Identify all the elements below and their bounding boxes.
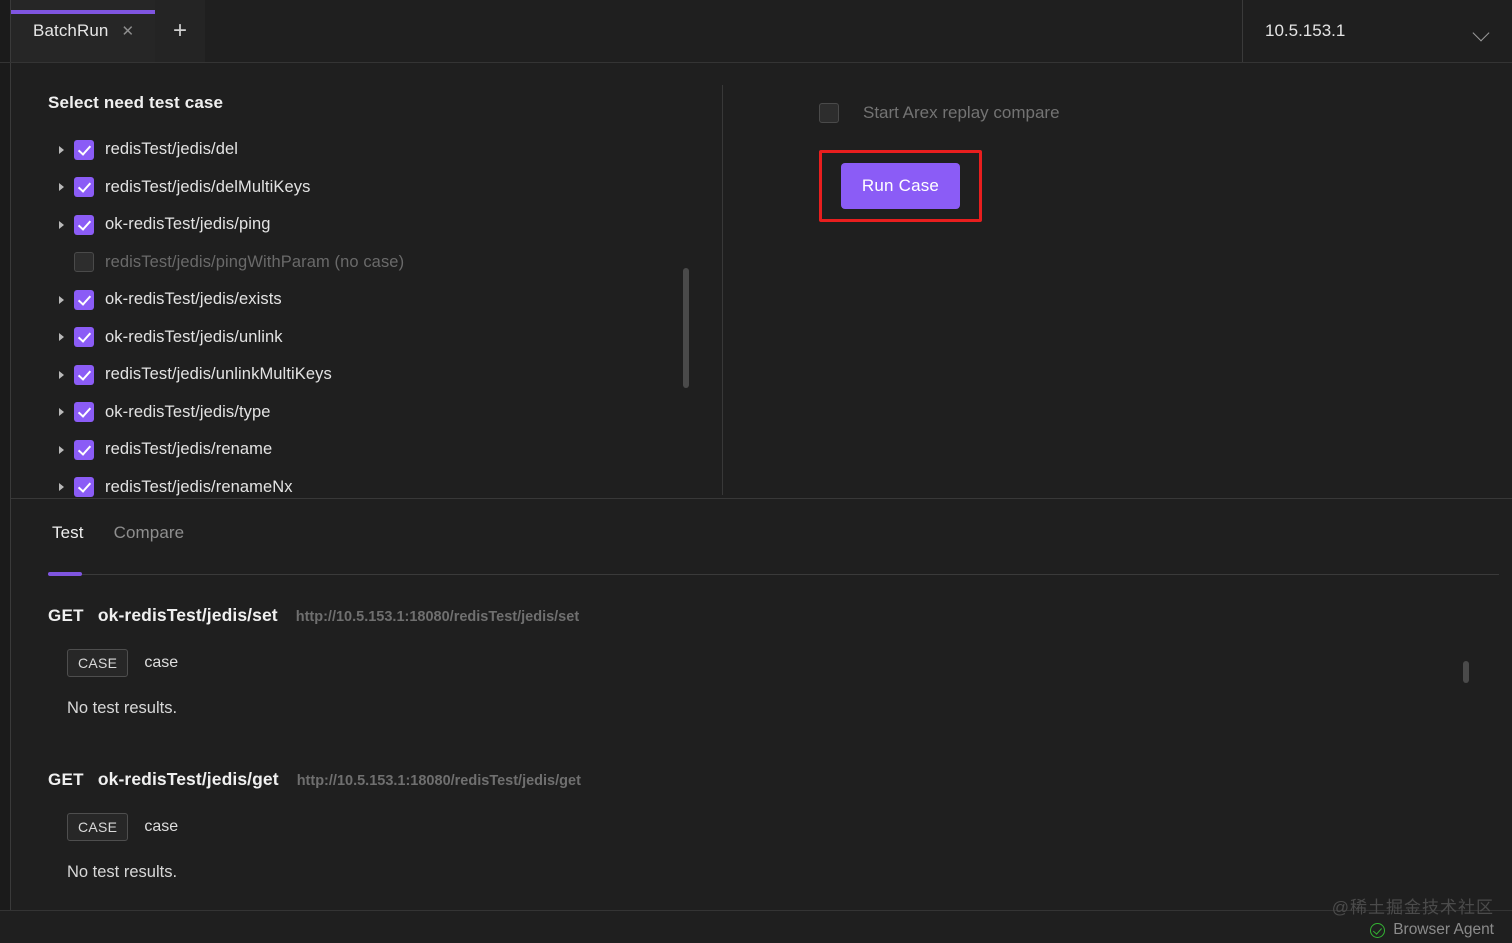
run-panel: Start Arex replay compare Run Case: [819, 91, 1239, 222]
test-case-row[interactable]: ok-redisTest/jedis/unlink: [48, 319, 708, 357]
no-test-results-text: No test results.: [67, 863, 1348, 882]
request-method: GET: [48, 606, 84, 626]
case-badge[interactable]: CASE: [67, 649, 128, 677]
app-body: Select need test case redisTest/jedis/de…: [0, 63, 1512, 943]
environment-value: 10.5.153.1: [1265, 21, 1345, 41]
test-case-row[interactable]: redisTest/jedis/pingWithParam (no case): [48, 244, 708, 282]
test-case-checkbox[interactable]: [74, 177, 94, 197]
test-case-label: ok-redisTest/jedis/unlink: [105, 328, 283, 347]
test-case-checkbox[interactable]: [74, 440, 94, 460]
test-case-label: redisTest/jedis/renameNx: [105, 478, 293, 497]
test-case-label: redisTest/jedis/rename: [105, 440, 272, 459]
arex-replay-compare-checkbox[interactable]: [819, 103, 839, 123]
request-block: GET ok-redisTest/jedis/get http://10.5.153…: [48, 769, 1348, 882]
test-case-checkbox[interactable]: [74, 365, 94, 385]
results-scrollbar[interactable]: [1463, 661, 1469, 683]
caret-right-icon[interactable]: [48, 371, 74, 379]
result-tab-compare[interactable]: Compare: [110, 523, 189, 557]
caret-right-icon[interactable]: [48, 483, 74, 491]
footer-divider: [0, 910, 1512, 911]
test-case-list-scrollbar[interactable]: [683, 268, 689, 388]
caret-right-icon[interactable]: [48, 221, 74, 229]
run-case-button[interactable]: Run Case: [841, 163, 960, 209]
results-section: Test Compare GET ok-redisTest/jedis/set htt…: [11, 499, 1512, 910]
caret-right-icon[interactable]: [48, 408, 74, 416]
test-case-row[interactable]: redisTest/jedis/del: [48, 131, 708, 169]
caret-right-icon[interactable]: [48, 296, 74, 304]
test-case-checkbox[interactable]: [74, 477, 94, 497]
caret-right-icon[interactable]: [48, 333, 74, 341]
result-tab-test[interactable]: Test: [48, 523, 88, 557]
request-case-line: CASE case: [67, 649, 1348, 677]
tab-label: BatchRun: [33, 21, 108, 41]
test-case-checkbox[interactable]: [74, 290, 94, 310]
test-case-label: redisTest/jedis/unlinkMultiKeys: [105, 365, 332, 384]
test-case-row[interactable]: ok-redisTest/jedis/ping: [48, 206, 708, 244]
test-case-selector: Select need test case redisTest/jedis/de…: [48, 93, 708, 506]
request-case-line: CASE case: [67, 813, 1348, 841]
close-icon[interactable]: ✕: [118, 22, 137, 41]
request-header: GET ok-redisTest/jedis/set http://10.5.153…: [48, 605, 1348, 626]
test-case-label: ok-redisTest/jedis/type: [105, 403, 271, 422]
test-case-label: ok-redisTest/jedis/exists: [105, 290, 282, 309]
run-case-highlight: Run Case: [819, 150, 982, 222]
test-case-checkbox[interactable]: [74, 140, 94, 160]
case-name: case: [144, 818, 178, 836]
request-url: http://10.5.153.1:18080/redisTest/jedis/…: [296, 609, 579, 625]
test-case-label: redisTest/jedis/delMultiKeys: [105, 178, 310, 197]
test-case-row[interactable]: ok-redisTest/jedis/exists: [48, 281, 708, 319]
test-case-checkbox: [74, 252, 94, 272]
test-case-checkbox[interactable]: [74, 327, 94, 347]
left-rail: [0, 63, 11, 910]
case-badge[interactable]: CASE: [67, 813, 128, 841]
result-tabs-underline: [48, 574, 1499, 575]
test-case-row[interactable]: redisTest/jedis/delMultiKeys: [48, 169, 708, 207]
plus-icon[interactable]: +: [155, 0, 205, 62]
tab-bar: BatchRun ✕ + 10.5.153.1: [0, 0, 1512, 63]
request-block: GET ok-redisTest/jedis/set http://10.5.153…: [48, 605, 1348, 718]
tab-batchrun[interactable]: BatchRun ✕: [11, 0, 155, 62]
result-tabs: Test Compare: [48, 523, 188, 557]
page-title: Select need test case: [48, 93, 708, 113]
request-name: ok-redisTest/jedis/get: [98, 769, 279, 790]
window-left-gutter: [0, 0, 11, 62]
vertical-divider: [722, 85, 723, 495]
test-case-row[interactable]: redisTest/jedis/rename: [48, 431, 708, 469]
test-case-checkbox[interactable]: [74, 215, 94, 235]
caret-right-icon[interactable]: [48, 446, 74, 454]
arex-replay-compare-checkbox-row[interactable]: Start Arex replay compare: [819, 100, 1239, 126]
result-tab-active-indicator: [48, 572, 82, 576]
test-case-row[interactable]: redisTest/jedis/unlinkMultiKeys: [48, 356, 708, 394]
test-case-label: redisTest/jedis/del: [105, 140, 238, 159]
caret-right-icon[interactable]: [48, 146, 74, 154]
test-case-list: redisTest/jedis/del redisTest/jedis/delMu…: [48, 127, 708, 506]
chevron-down-icon: [1474, 27, 1490, 36]
test-case-row[interactable]: ok-redisTest/jedis/type: [48, 394, 708, 432]
case-name: case: [144, 654, 178, 672]
request-method: GET: [48, 770, 84, 790]
environment-selector[interactable]: 10.5.153.1: [1242, 0, 1512, 62]
request-name: ok-redisTest/jedis/set: [98, 605, 278, 626]
test-case-label: ok-redisTest/jedis/ping: [105, 215, 271, 234]
top-section: Select need test case redisTest/jedis/de…: [11, 63, 1512, 498]
tab-bar-spacer: [205, 0, 1242, 62]
caret-right-icon[interactable]: [48, 183, 74, 191]
app-window: BatchRun ✕ + 10.5.153.1 Select need test…: [0, 0, 1512, 943]
request-header: GET ok-redisTest/jedis/get http://10.5.153…: [48, 769, 1348, 790]
test-case-checkbox[interactable]: [74, 402, 94, 422]
test-case-label: redisTest/jedis/pingWithParam (no case): [105, 253, 404, 272]
arex-replay-compare-label: Start Arex replay compare: [863, 103, 1060, 123]
no-test-results-text: No test results.: [67, 699, 1348, 718]
request-url: http://10.5.153.1:18080/redisTest/jedis/…: [297, 773, 581, 789]
